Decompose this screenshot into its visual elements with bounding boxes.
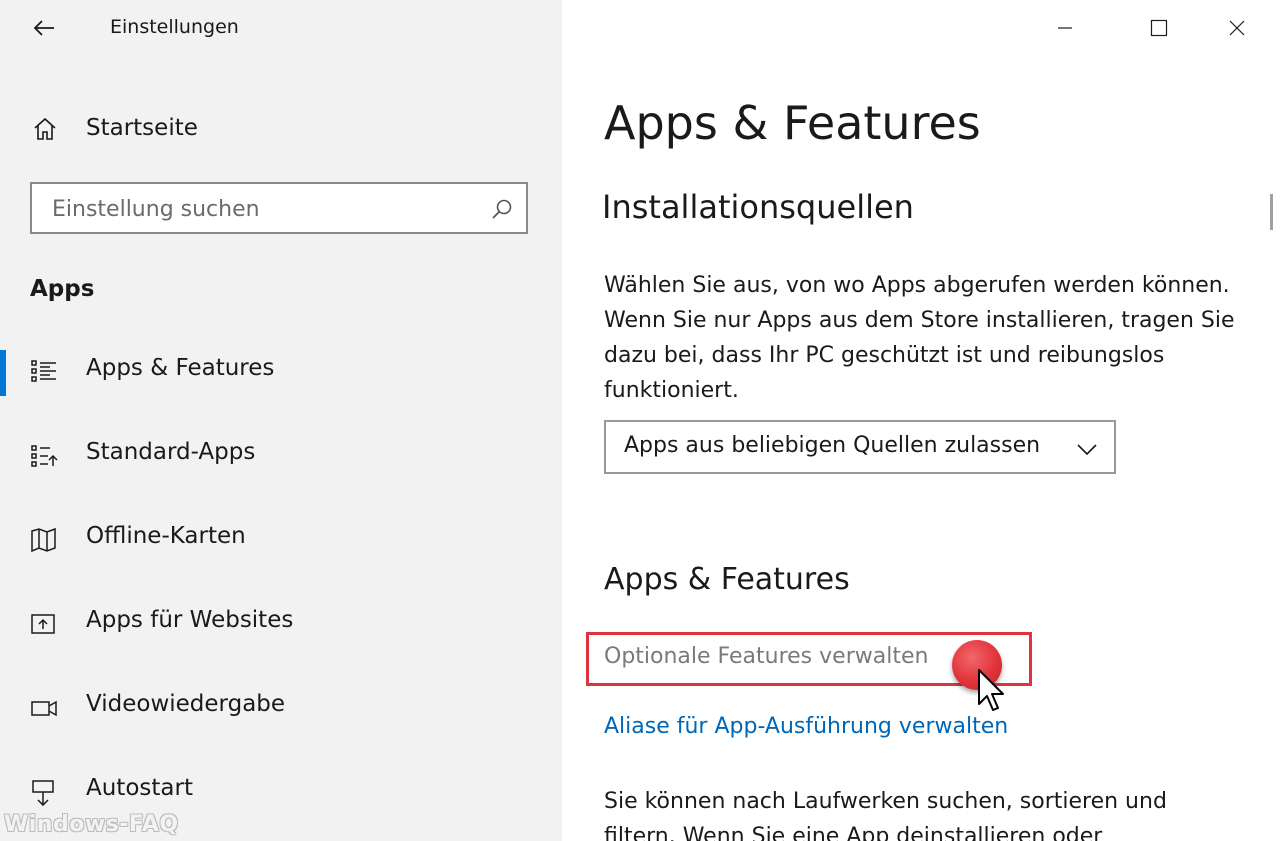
- sidebar-item-home[interactable]: Startseite: [0, 104, 562, 154]
- sidebar-item-offline-maps[interactable]: Offline-Karten: [0, 518, 562, 574]
- close-icon: [1229, 20, 1245, 36]
- apps-features-description: Sie können nach Laufwerken suchen, sorti…: [604, 789, 1167, 841]
- video-icon: [31, 700, 57, 717]
- home-icon: [34, 117, 56, 140]
- app-alias-link[interactable]: Aliase für App-Ausführung verwalten: [604, 714, 1008, 739]
- search-box: [30, 182, 528, 234]
- search-input[interactable]: [50, 192, 474, 226]
- apps-features-icon: [31, 360, 56, 382]
- settings-window: Einstellungen Startseite Apps: [0, 0, 1280, 841]
- watermark: Windows-FAQ: [4, 812, 179, 837]
- sidebar-item-standard-apps[interactable]: Standard-Apps: [0, 434, 562, 490]
- apps-websites-icon: [31, 614, 55, 634]
- minimize-icon: [1058, 27, 1072, 29]
- back-arrow-icon: [33, 20, 54, 36]
- sidebar-item-label: Standard-Apps: [86, 439, 256, 465]
- maximize-icon: [1150, 19, 1168, 37]
- sidebar-item-label: Apps & Features: [86, 355, 275, 381]
- mouse-cursor-icon: [978, 669, 1004, 711]
- sidebar-item-label: Videowiedergabe: [86, 691, 286, 717]
- install-sources-heading: Installationsquellen: [602, 188, 914, 226]
- sidebar-item-label: Autostart: [86, 775, 193, 801]
- sidebar-item-apps-features[interactable]: Apps & Features: [0, 350, 562, 406]
- scrollbar[interactable]: [1270, 194, 1273, 230]
- search-icon[interactable]: [490, 197, 514, 221]
- sidebar-item-apps-websites[interactable]: Apps für Websites: [0, 602, 562, 658]
- install-sources-dropdown[interactable]: Apps aus beliebigen Quellen zulassen: [604, 420, 1116, 474]
- sidebar-item-video-playback[interactable]: Videowiedergabe: [0, 686, 562, 742]
- home-label: Startseite: [86, 115, 198, 141]
- optional-features-link[interactable]: Optionale Features verwalten: [604, 644, 928, 669]
- app-title: Einstellungen: [110, 16, 239, 38]
- sidebar-item-label: Apps für Websites: [86, 607, 294, 633]
- autostart-icon: [32, 780, 54, 806]
- main-content: Apps & Features Installationsquellen Wäh…: [562, 0, 1280, 841]
- apps-features-heading: Apps & Features: [604, 562, 850, 597]
- install-sources-description: Wählen Sie aus, von wo Apps abgerufen we…: [604, 273, 1235, 403]
- maximize-button[interactable]: [1136, 8, 1182, 48]
- close-button[interactable]: [1214, 8, 1260, 48]
- page-title: Apps & Features: [604, 96, 981, 150]
- selection-indicator: [0, 350, 6, 396]
- sidebar-item-label: Offline-Karten: [86, 523, 246, 549]
- minimize-button[interactable]: [1042, 8, 1088, 48]
- dropdown-value: Apps aus beliebigen Quellen zulassen: [624, 433, 1041, 458]
- map-icon: [31, 527, 56, 553]
- default-apps-icon: [31, 445, 58, 467]
- back-button[interactable]: [28, 12, 60, 44]
- chevron-down-icon: [1077, 444, 1097, 456]
- section-label-apps: Apps: [30, 276, 95, 302]
- sidebar: Einstellungen Startseite Apps: [0, 0, 562, 841]
